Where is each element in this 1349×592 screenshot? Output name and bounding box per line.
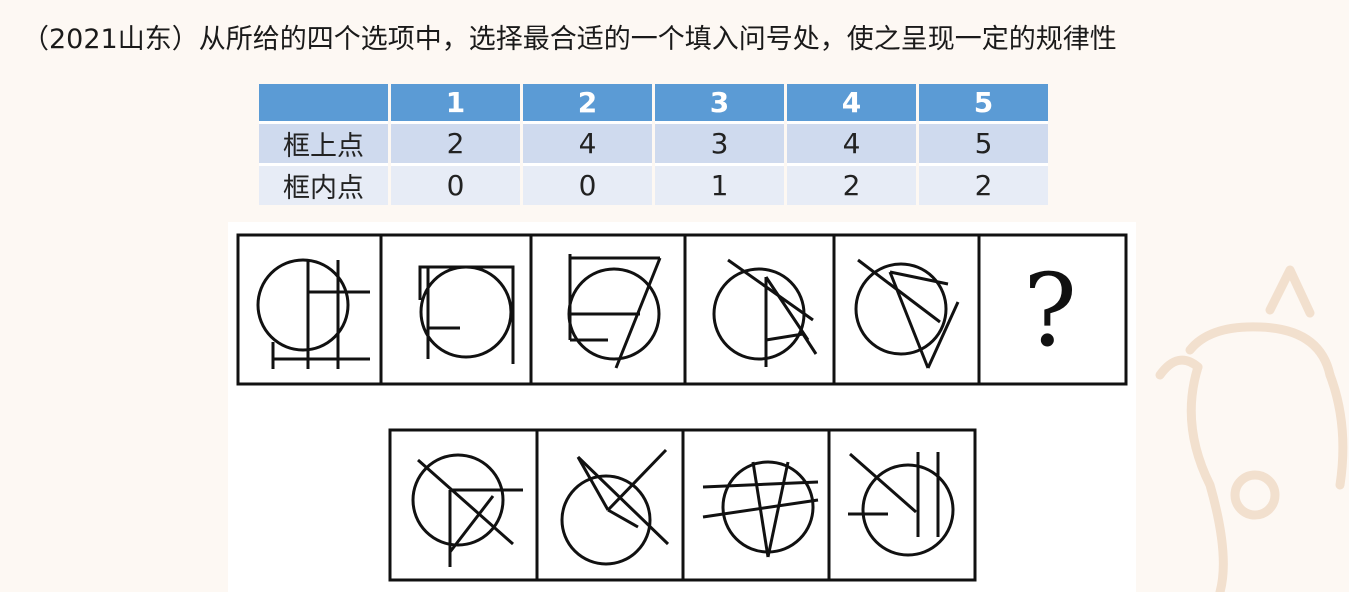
table-cell: 4 bbox=[523, 124, 652, 166]
table-header-cell: 3 bbox=[655, 84, 784, 124]
table-cell: 4 bbox=[787, 124, 916, 166]
figure-1 bbox=[256, 258, 370, 369]
table-header-cell: 5 bbox=[919, 84, 1048, 124]
cartoon-watermark bbox=[1155, 265, 1348, 592]
table-cell: 2 bbox=[787, 166, 916, 205]
table-header-cell bbox=[259, 84, 388, 124]
sequence-row-frame bbox=[236, 233, 1128, 386]
table-row: 框上点 2 4 3 4 5 bbox=[259, 124, 1048, 166]
option-d[interactable] bbox=[848, 452, 955, 557]
figure-5 bbox=[854, 258, 960, 369]
figure-2 bbox=[418, 265, 515, 364]
table-header-cell: 1 bbox=[391, 84, 520, 124]
option-a[interactable] bbox=[411, 453, 523, 567]
question-mark: ? bbox=[1023, 252, 1077, 369]
table-cell: 1 bbox=[655, 166, 784, 205]
question-panel: ? bbox=[1023, 252, 1077, 369]
figure-3 bbox=[567, 254, 662, 369]
table-header-row: 1 2 3 4 5 bbox=[259, 84, 1048, 124]
figure-puzzle: ? bbox=[228, 222, 1136, 592]
options-row bbox=[388, 428, 977, 582]
option-c[interactable] bbox=[702, 460, 819, 558]
option-b[interactable] bbox=[560, 448, 670, 566]
row-label: 框上点 bbox=[259, 124, 388, 166]
table-cell: 3 bbox=[655, 124, 784, 166]
table-row: 框内点 0 0 1 2 2 bbox=[259, 166, 1048, 205]
point-count-table: 1 2 3 4 5 框上点 2 4 3 4 5 框内点 0 0 1 2 2 bbox=[256, 84, 1051, 205]
question-text: （2021山东）从所给的四个选项中，选择最合适的一个填入问号处，使之呈现一定的规… bbox=[22, 24, 1117, 55]
table-cell: 0 bbox=[523, 166, 652, 205]
table-cell: 5 bbox=[919, 124, 1048, 166]
table-header-cell: 4 bbox=[787, 84, 916, 124]
sequence-row: ? bbox=[236, 233, 1128, 386]
table-cell: 2 bbox=[391, 124, 520, 166]
table-cell: 0 bbox=[391, 166, 520, 205]
table-header-cell: 2 bbox=[523, 84, 652, 124]
row-label: 框内点 bbox=[259, 166, 388, 205]
puzzle-figures: ? bbox=[236, 233, 1128, 582]
table-cell: 2 bbox=[919, 166, 1048, 205]
figure-4 bbox=[712, 258, 818, 367]
